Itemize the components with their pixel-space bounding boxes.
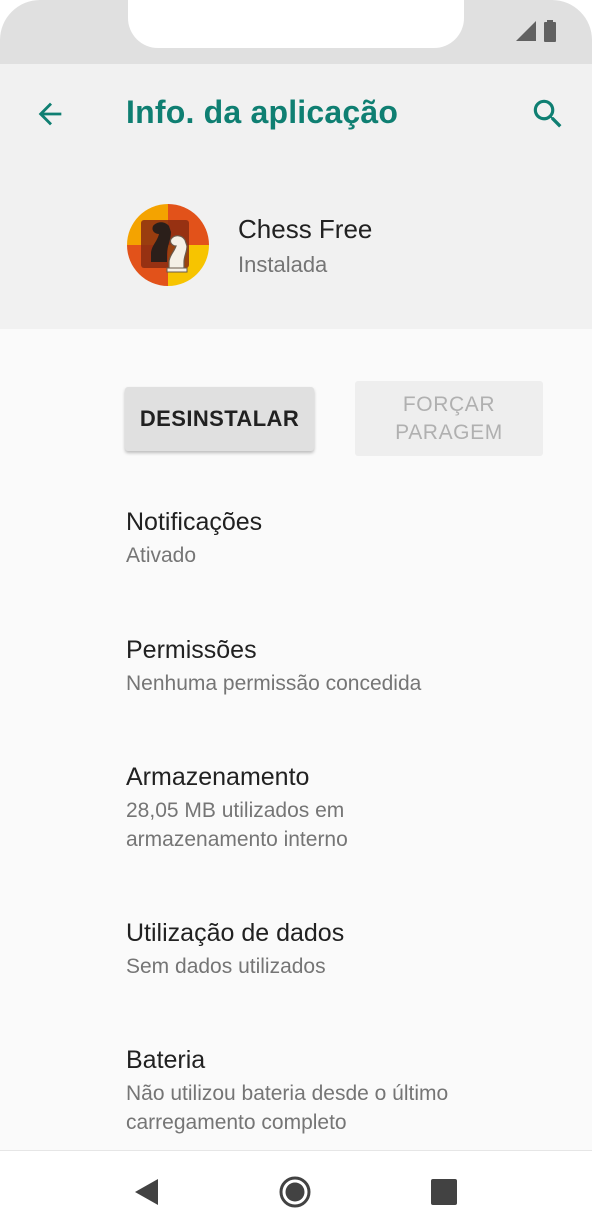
app-install-status: Instalada <box>238 252 328 277</box>
app-name: Chess Free <box>238 214 373 244</box>
setting-battery[interactable]: Bateria Não utilizou bateria desde o últ… <box>126 1043 546 1137</box>
setting-summary: Ativado <box>126 544 197 567</box>
setting-summary-line2: armazenamento interno <box>126 828 348 851</box>
status-bar <box>0 0 592 64</box>
page-title: Info. da aplicação <box>126 94 399 130</box>
nav-back-icon[interactable] <box>132 1177 162 1207</box>
battery-icon <box>544 20 556 42</box>
setting-summary-line2: carregamento completo <box>126 1111 347 1134</box>
setting-label: Permissões <box>126 636 257 664</box>
uninstall-button[interactable]: DESINSTALAR <box>125 387 314 451</box>
back-button[interactable] <box>26 90 74 138</box>
arrow-back-icon <box>38 102 62 126</box>
app-info-screen: Info. da aplicação Chess Free Instalada … <box>0 0 592 1232</box>
setting-label: Bateria <box>126 1046 206 1074</box>
setting-data-usage[interactable]: Utilização de dados Sem dados utilizados <box>126 916 546 981</box>
setting-summary-line1: 28,05 MB utilizados em <box>126 799 345 822</box>
setting-storage[interactable]: Armazenamento 28,05 MB utilizados em arm… <box>126 760 546 854</box>
setting-permissions[interactable]: Permissões Nenhuma permissão concedida <box>126 633 546 698</box>
force-stop-label-line2: PARAGEM <box>395 420 503 444</box>
setting-notifications[interactable]: Notificações Ativado <box>126 505 546 570</box>
status-icons <box>516 20 556 42</box>
app-header: Info. da aplicação Chess Free Instalada <box>0 64 592 329</box>
setting-summary: Não utilizou bateria desde o último carr… <box>126 1079 546 1137</box>
setting-label: Utilização de dados <box>126 919 345 947</box>
setting-summary-line1: Não utilizou bateria desde o último <box>126 1082 449 1105</box>
nav-home-icon[interactable] <box>278 1175 312 1209</box>
setting-label: Notificações <box>126 508 263 536</box>
nav-recents-icon[interactable] <box>430 1178 458 1206</box>
system-nav-bar <box>0 1150 592 1232</box>
force-stop-button[interactable]: FORÇAR PARAGEM <box>355 381 543 456</box>
search-icon <box>533 99 562 128</box>
force-stop-label-line1: FORÇAR <box>402 392 496 416</box>
device-notch <box>128 0 464 48</box>
search-button[interactable] <box>524 90 572 138</box>
chess-app-icon <box>127 204 209 286</box>
setting-summary: Sem dados utilizados <box>126 955 326 978</box>
setting-label: Armazenamento <box>126 763 310 791</box>
setting-summary: 28,05 MB utilizados em armazenamento int… <box>126 796 546 854</box>
signal-icon <box>516 21 536 41</box>
setting-summary: Nenhuma permissão concedida <box>126 672 422 695</box>
